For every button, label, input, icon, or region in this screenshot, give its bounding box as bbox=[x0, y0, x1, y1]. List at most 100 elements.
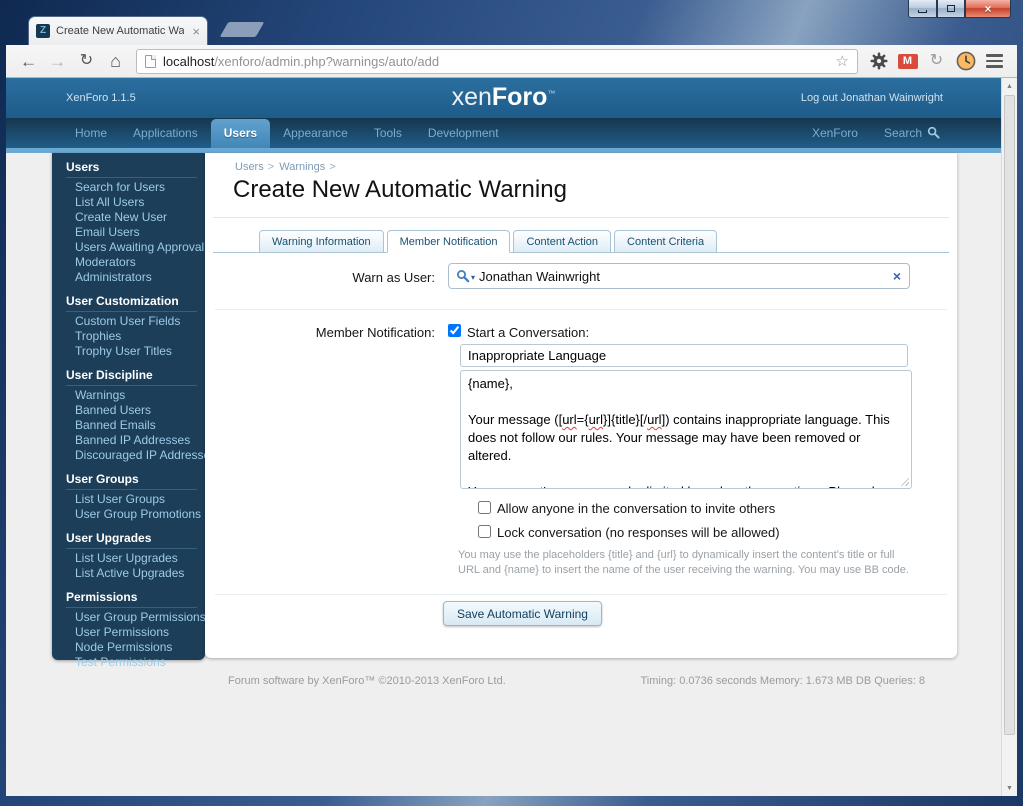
breadcrumb-warnings[interactable]: Warnings bbox=[279, 161, 325, 173]
sidebar-section-user-customization: User Customization Custom User Fields Tr… bbox=[66, 295, 197, 359]
sidebar-item-test-permissions[interactable]: Test Permissions bbox=[66, 655, 197, 670]
scroll-up-icon[interactable]: ▲ bbox=[1002, 78, 1017, 94]
nav-item-users[interactable]: Users bbox=[211, 119, 270, 148]
conversation-message[interactable]: {name}, Your message ([url={url}]{title}… bbox=[460, 370, 912, 489]
invite-others-checkbox[interactable] bbox=[478, 501, 491, 514]
sidebar-item-discouraged-ip-addresses[interactable]: Discouraged IP Addresses bbox=[66, 448, 197, 463]
reload-button[interactable]: ↻ bbox=[73, 48, 100, 75]
history-extension-button[interactable] bbox=[952, 48, 979, 75]
close-button[interactable]: × bbox=[965, 0, 1011, 18]
maximize-button[interactable] bbox=[937, 0, 965, 18]
clear-user-icon[interactable]: × bbox=[893, 269, 901, 283]
start-conversation-checkbox[interactable] bbox=[448, 324, 461, 337]
nav-right: XenForo Search bbox=[799, 118, 953, 148]
invite-others-label[interactable]: Allow anyone in the conversation to invi… bbox=[497, 501, 775, 516]
sidebar-item-user-group-permissions[interactable]: User Group Permissions bbox=[66, 610, 197, 625]
back-icon: ← bbox=[20, 53, 37, 70]
search-icon bbox=[927, 126, 940, 139]
sidebar-item-list-all-users[interactable]: List All Users bbox=[66, 195, 197, 210]
sidebar-section-user-groups: User Groups List User Groups User Group … bbox=[66, 473, 197, 522]
user-search-icon bbox=[456, 269, 470, 283]
sidebar-item-administrators[interactable]: Administrators bbox=[66, 270, 197, 285]
footer-stats: Timing: 0.0736 seconds Memory: 1.673 MB … bbox=[641, 675, 926, 687]
warn-as-user-input[interactable] bbox=[479, 269, 885, 284]
tab-warning-information[interactable]: Warning Information bbox=[259, 230, 384, 253]
sidebar-item-list-user-groups[interactable]: List User Groups bbox=[66, 492, 197, 507]
tab-close-icon[interactable]: × bbox=[192, 25, 200, 38]
sidebar-item-search-for-users[interactable]: Search for Users bbox=[66, 180, 197, 195]
nav-item-xenforo[interactable]: XenForo bbox=[799, 119, 871, 148]
chevron-down-icon[interactable]: ▾ bbox=[471, 273, 475, 282]
sidebar-heading: Permissions bbox=[66, 591, 197, 608]
reload-icon: ↻ bbox=[80, 53, 93, 69]
nav-item-development[interactable]: Development bbox=[415, 119, 512, 148]
conversation-title-input[interactable] bbox=[460, 344, 908, 367]
tab-content-criteria[interactable]: Content Criteria bbox=[614, 230, 717, 253]
sidebar-item-user-permissions[interactable]: User Permissions bbox=[66, 625, 197, 640]
sidebar: Users Search for Users List All Users Cr… bbox=[52, 153, 205, 660]
sidebar-heading: User Discipline bbox=[66, 369, 197, 386]
sidebar-item-trophy-user-titles[interactable]: Trophy User Titles bbox=[66, 344, 197, 359]
sidebar-item-email-users[interactable]: Email Users bbox=[66, 225, 197, 240]
sidebar-item-users-awaiting-approval[interactable]: Users Awaiting Approval bbox=[66, 240, 197, 255]
warn-as-user-field[interactable]: ▾ × bbox=[448, 263, 910, 289]
lock-conversation-label[interactable]: Lock conversation (no responses will be … bbox=[497, 525, 780, 540]
lock-conversation-checkbox[interactable] bbox=[478, 525, 491, 538]
gmail-icon: M bbox=[898, 54, 918, 69]
gmail-extension-button[interactable]: M bbox=[894, 48, 921, 75]
placeholder-hint: You may use the placeholders {title} and… bbox=[458, 548, 912, 578]
form-tabs: Warning Information Member Notification … bbox=[213, 230, 949, 253]
sidebar-item-user-group-promotions[interactable]: User Group Promotions bbox=[66, 507, 197, 522]
browser-tab[interactable]: Z Create New Automatic Wa × bbox=[28, 16, 208, 45]
sidebar-item-list-user-upgrades[interactable]: List User Upgrades bbox=[66, 551, 197, 566]
browser-toolbar: ← → ↻ ⌂ localhost/xenforo/admin.php?warn… bbox=[6, 45, 1017, 78]
sidebar-item-banned-users[interactable]: Banned Users bbox=[66, 403, 197, 418]
url-path: /xenforo/admin.php?warnings/auto/add bbox=[214, 54, 439, 69]
start-conversation-label[interactable]: Start a Conversation: bbox=[467, 325, 589, 340]
browser-menu-button[interactable] bbox=[981, 48, 1008, 75]
page-icon bbox=[145, 55, 156, 68]
hamburger-menu-icon bbox=[986, 54, 1003, 68]
nav-item-home[interactable]: Home bbox=[62, 119, 120, 148]
save-automatic-warning-button[interactable]: Save Automatic Warning bbox=[443, 601, 602, 626]
sidebar-item-create-new-user[interactable]: Create New User bbox=[66, 210, 197, 225]
sidebar-item-node-permissions[interactable]: Node Permissions bbox=[66, 640, 197, 655]
breadcrumb-users[interactable]: Users bbox=[235, 161, 264, 173]
back-button[interactable]: ← bbox=[15, 48, 42, 75]
admin-nav: Home Applications Users Appearance Tools… bbox=[6, 118, 1001, 148]
sidebar-item-banned-ip-addresses[interactable]: Banned IP Addresses bbox=[66, 433, 197, 448]
sidebar-item-list-active-upgrades[interactable]: List Active Upgrades bbox=[66, 566, 197, 581]
breadcrumb: Users> Warnings> bbox=[235, 161, 338, 173]
address-bar[interactable]: localhost/xenforo/admin.php?warnings/aut… bbox=[136, 49, 858, 74]
admin-header: XenForo 1.1.5 xenForo™ Log out Jonathan … bbox=[6, 78, 1001, 118]
new-tab-button[interactable] bbox=[220, 22, 265, 37]
sync-icon: ↻ bbox=[930, 53, 943, 69]
forward-icon: → bbox=[49, 53, 66, 70]
sidebar-item-banned-emails[interactable]: Banned Emails bbox=[66, 418, 197, 433]
bookmark-star-icon[interactable]: ☆ bbox=[836, 54, 849, 69]
forward-button[interactable]: → bbox=[44, 48, 71, 75]
nav-item-appearance[interactable]: Appearance bbox=[270, 119, 361, 148]
home-button[interactable]: ⌂ bbox=[102, 48, 129, 75]
sidebar-item-moderators[interactable]: Moderators bbox=[66, 255, 197, 270]
nav-item-tools[interactable]: Tools bbox=[361, 119, 415, 148]
sidebar-heading: User Customization bbox=[66, 295, 197, 312]
title-separator bbox=[213, 217, 949, 218]
nav-item-search[interactable]: Search bbox=[871, 118, 953, 148]
nav-item-applications[interactable]: Applications bbox=[120, 119, 211, 148]
tab-content-action[interactable]: Content Action bbox=[513, 230, 611, 253]
breadcrumb-separator: > bbox=[268, 161, 274, 173]
minimize-button[interactable] bbox=[908, 0, 937, 18]
sync-extension-button[interactable]: ↻ bbox=[923, 48, 950, 75]
tab-member-notification[interactable]: Member Notification bbox=[387, 230, 511, 253]
sidebar-item-warnings[interactable]: Warnings bbox=[66, 388, 197, 403]
sidebar-heading: User Groups bbox=[66, 473, 197, 490]
logout-link[interactable]: Log out Jonathan Wainwright bbox=[801, 92, 943, 104]
scrollbar-thumb[interactable] bbox=[1004, 95, 1015, 735]
sidebar-item-custom-user-fields[interactable]: Custom User Fields bbox=[66, 314, 197, 329]
url-host: localhost bbox=[163, 54, 214, 69]
settings-extension-button[interactable] bbox=[865, 48, 892, 75]
scroll-down-icon[interactable]: ▼ bbox=[1002, 780, 1017, 796]
sidebar-item-trophies[interactable]: Trophies bbox=[66, 329, 197, 344]
page-scrollbar[interactable]: ▲ ▼ bbox=[1001, 78, 1017, 796]
